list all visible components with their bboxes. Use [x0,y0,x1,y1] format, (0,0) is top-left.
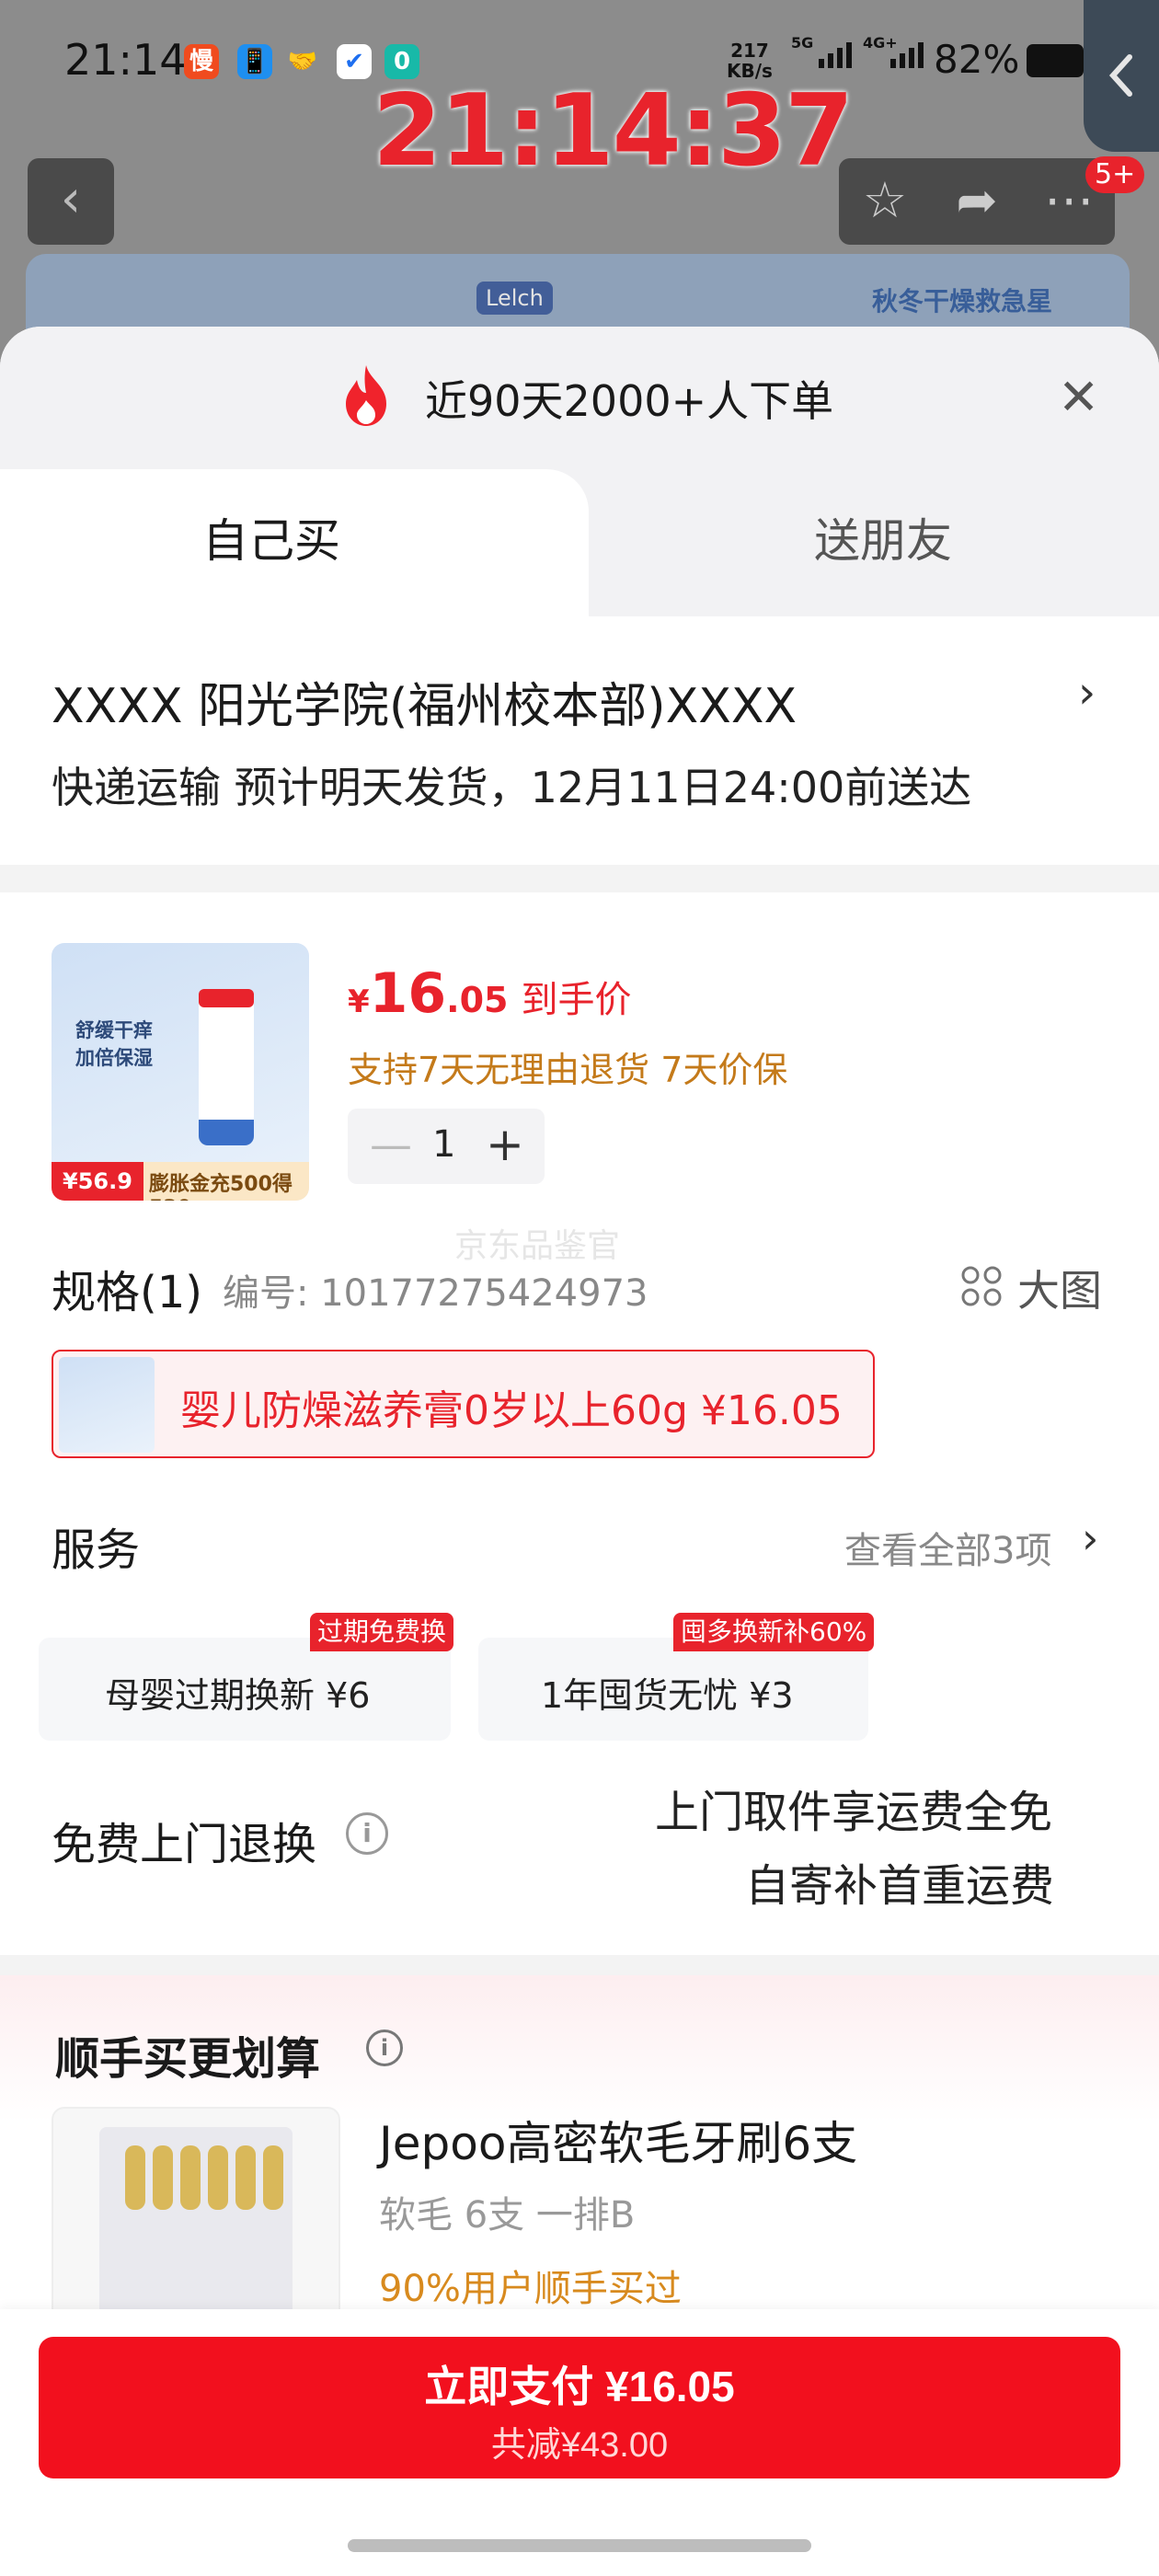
chevron-right-icon[interactable]: › [1082,1513,1098,1563]
svg-text:5G: 5G [791,35,813,52]
watermark: 京东品鉴官 [454,1227,621,1265]
svg-text:4G+: 4G+ [863,35,898,52]
large-image-toggle[interactable]: 大图 [1017,1258,1102,1318]
battery-icon [1027,44,1084,77]
service-tag: 过期免费换 [310,1613,454,1651]
thumb-text: 舒缓干痒 加倍保湿 [75,1019,153,1069]
increment-button[interactable]: + [486,1118,524,1171]
tab-buy-self[interactable]: 自己买 [0,469,589,616]
favorite-star-icon[interactable]: ☆ [839,158,931,245]
banner-tagline: 秋冬干燥救急星 [872,286,1053,316]
free-return-line1: 上门取件享运费全免 [655,1787,1053,1838]
tab-label: 自己买 [202,514,340,568]
flame-icon [346,365,386,426]
divider [0,865,1159,892]
service-option[interactable]: 1年囤货无忧 ¥3 [478,1638,868,1741]
brand-logo: Lelch [476,282,553,315]
service-label: 1年囤货无忧 ¥3 [541,1675,794,1716]
thumb-promo: 膨胀金充500得530 [149,1173,293,1201]
return-policy: 支持7天无理由退货 7天价保 [348,1050,788,1090]
pay-button-label: 立即支付 ¥16.05 [424,2363,735,2410]
sku-label: 婴儿防燥滋养膏0岁以上60g ¥16.05 [180,1387,843,1434]
tab-send-gift[interactable]: 送朋友 [814,504,952,570]
service-title: 服务 [52,1524,141,1576]
upsell-note: 90%用户顺手买过 [379,2268,682,2310]
upsell-product-thumbnail[interactable] [52,2107,340,2337]
upsell-title: 顺手买更划算 [55,2033,321,2085]
share-icon[interactable]: ➦ [931,158,1023,245]
final-price: ¥16.05 到手价 [348,961,632,1026]
product-tube [199,989,254,1145]
overlay-clock: 21:14:37 [373,74,854,189]
view-all-services[interactable]: 查看全部3项 [844,1521,1051,1574]
upsell-product-spec: 软毛 6支 一排B [379,2194,636,2237]
decrement-button[interactable]: — [370,1120,412,1169]
service-label: 母婴过期换新 ¥6 [105,1675,371,1716]
battery-percent: 82% [934,37,1020,82]
service-tag: 囤多换新补60% [673,1613,875,1651]
delivery-estimate: 快递运输 预计明天发货，12月11日24:00前送达 [52,763,972,812]
spec-title: 规格(1) [52,1267,202,1318]
divider [0,1955,1159,1975]
header-actions: ☆ ➦ ⋯ [839,158,1115,245]
quantity-stepper: — 1 + [348,1109,545,1184]
pay-discount-label: 共减¥43.00 [490,2426,669,2465]
close-icon[interactable]: ✕ [1058,368,1099,426]
app-notification-icon: 📱 [237,44,272,79]
brush-head [208,2145,228,2210]
free-return-title: 免费上门退换 [52,1819,317,1870]
quantity-value[interactable]: 1 [432,1123,455,1166]
app-notification-icon: ✔ [337,44,372,79]
product-code: 编号: 10177275424973 [223,1272,648,1315]
product-thumbnail[interactable]: 舒缓干痒 加倍保湿 ¥56.9 膨胀金充500得530 [52,943,309,1201]
service-option[interactable]: 母婴过期换新 ¥6 [39,1638,451,1741]
side-panel-handle[interactable] [1084,0,1159,152]
sku-thumbnail [59,1357,155,1453]
home-indicator[interactable] [348,2539,811,2552]
product-cap [199,989,254,1007]
pay-now-button[interactable]: 立即支付 ¥16.05 共减¥43.00 [39,2337,1120,2478]
brush-head [263,2145,283,2210]
brush-head [153,2145,173,2210]
info-icon[interactable]: i [346,1812,388,1855]
upsell-product-name[interactable]: Jepoo高密软毛牙刷6支 [379,2107,857,2173]
status-time: 21:14 [64,35,187,85]
grid-icon[interactable] [960,1265,1003,1307]
free-return-line2: 自寄补首重运费 [745,1860,1055,1912]
back-button[interactable]: ‹ [28,158,114,245]
delivery-address[interactable]: XXXX 阳光学院(福州校本部)XXXX [52,667,797,736]
app-notification-icon: 慢 [184,44,219,79]
sheet-title: 近90天2000+人下单 [425,376,834,426]
chevron-right-icon[interactable]: › [1078,667,1096,719]
brush-head [235,2145,256,2210]
app-notification-icon: 🤝 [287,48,318,75]
thumb-price: ¥56.9 [52,1162,143,1201]
info-icon[interactable]: i [366,2030,403,2066]
brush-head [180,2145,201,2210]
notification-badge: 5+ [1085,156,1145,193]
brush-head [125,2145,145,2210]
